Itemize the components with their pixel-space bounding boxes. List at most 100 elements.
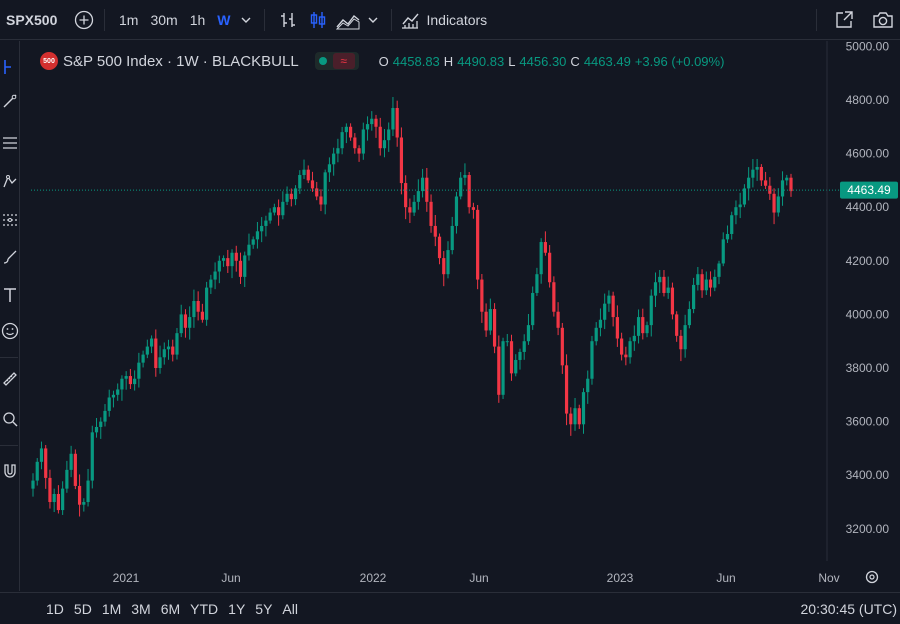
emoji-tool[interactable] [0,319,20,343]
candle-body [56,493,61,511]
range-all[interactable]: All [282,601,298,617]
candle-body [31,480,35,489]
price-axis-label: 3400.00 [846,468,890,482]
time-axis-settings-button[interactable] [865,570,879,584]
candle-body [264,220,268,226]
time-axis[interactable]: 2021 Jun 2022 Jun 2023 Jun Nov [113,571,840,585]
candle-body [200,311,204,320]
cursor-tool[interactable] [0,55,20,79]
candle-body [442,258,446,275]
price-axis-label: 5000.00 [846,41,890,53]
text-icon [4,288,16,302]
candle-body [704,279,708,291]
range-1m[interactable]: 1M [102,601,121,617]
candle-body [285,193,289,202]
range-ytd[interactable]: YTD [190,601,218,617]
candle-body [133,378,137,385]
candle-body [679,335,683,350]
candle-body [433,225,437,237]
interval-w[interactable]: W [211,6,236,34]
legend-title[interactable]: S&P 500 Index · 1W · BLACKBULL [63,53,299,70]
magnet-tool[interactable] [0,459,20,483]
market-status-pill[interactable]: ≈ [314,52,359,70]
brush-tool[interactable] [0,245,20,269]
text-tool[interactable] [0,283,20,307]
projection-tool[interactable] [0,207,20,231]
range-1d[interactable]: 1D [46,601,64,617]
candle-body [772,193,776,213]
price-axis[interactable]: 3200.00 3400.00 3600.00 3800.00 4000.00 4200.… [846,39,890,536]
fib-icon [3,137,17,149]
candle-body [86,480,90,503]
candle-body [675,314,679,336]
candle-body [556,311,560,328]
pattern-tool[interactable] [0,169,20,193]
trend-line-tool[interactable] [0,89,20,113]
emoji-icon [1,322,19,340]
candle-body [353,137,357,149]
range-1y[interactable]: 1Y [228,601,245,617]
toolbar-divider [104,8,105,31]
brush-icon [3,250,17,264]
price-axis-label: 4400.00 [846,200,890,214]
candle-body [581,392,586,425]
utc-clock[interactable]: 20:30:45 (UTC) [801,601,897,617]
candle-body [446,250,450,275]
candles-layer [31,97,793,517]
bar-style-button[interactable] [273,6,303,34]
candle-body [509,341,514,374]
ohlc-values: O 4458.83 H 4490.83 L 4456.30 C 4463.49 +3.9… [379,54,725,69]
interval-dropdown[interactable] [236,6,256,34]
symbol-search[interactable]: SPX500 [0,12,72,28]
candle-body [251,239,255,245]
candle-body [780,180,785,197]
candle-body [713,276,717,288]
candle-body [175,333,179,355]
ruler-tool[interactable] [0,367,20,391]
screenshot-button[interactable] [870,6,896,34]
zoom-tool[interactable] [0,407,20,431]
candle-body [552,282,556,312]
toolbar-divider [391,8,393,31]
candle-body [649,295,653,326]
candle-body [348,126,353,138]
candle-body [603,303,607,320]
candle-body [497,346,501,395]
fib-tool[interactable] [0,131,20,155]
interval-1h[interactable]: 1h [184,6,212,34]
candle-body [518,351,522,360]
range-3m[interactable]: 3M [131,601,150,617]
candle-body [94,426,99,433]
candle-body [209,279,213,288]
candle-body [569,413,573,425]
add-symbol-button[interactable] [72,6,96,34]
fullscreen-button[interactable] [832,6,856,34]
range-5y[interactable]: 5Y [255,601,272,617]
range-5d[interactable]: 5D [74,601,92,617]
indicators-icon [402,13,420,29]
candle-body [759,166,763,181]
candle-body [734,207,738,216]
candle-body [467,175,471,208]
interval-1m[interactable]: 1m [113,6,144,34]
candle-body [192,301,196,318]
chart-style-dropdown[interactable] [363,6,383,34]
candle-body [319,196,323,205]
candle-style-button[interactable] [303,6,333,34]
candle-body [234,252,238,261]
chart-pane[interactable]: 3200.00 3400.00 3600.00 3800.00 4000.00 4200.… [21,39,900,591]
range-6m[interactable]: 6M [161,601,180,617]
candle-body [116,389,120,395]
interval-30m[interactable]: 30m [144,6,183,34]
candle-body [476,209,480,280]
candle-body [361,129,365,154]
candle-body [429,201,433,226]
price-axis-label: 3800.00 [846,361,890,375]
price-chart[interactable]: 3200.00 3400.00 3600.00 3800.00 4000.00 4200.… [21,39,900,591]
close-value: 4463.49 [583,53,631,69]
indicators-button[interactable]: Indicators [400,6,487,34]
candle-body [162,349,166,358]
fullscreen-icon [836,11,853,28]
candle-body [107,397,111,411]
area-style-button[interactable] [333,6,363,34]
